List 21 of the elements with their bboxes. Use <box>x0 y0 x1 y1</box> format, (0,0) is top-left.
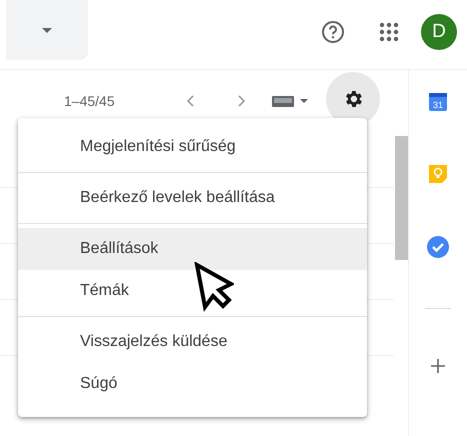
keyboard-icon[interactable] <box>272 96 294 106</box>
scrollbar[interactable] <box>395 136 408 260</box>
help-icon[interactable] <box>321 20 345 44</box>
avatar[interactable]: D <box>421 14 457 50</box>
menu-item[interactable]: Megjelenítési sűrűség <box>18 126 367 168</box>
add-icon[interactable] <box>431 359 445 373</box>
menu-item[interactable]: Témák <box>18 270 367 312</box>
caret-icon[interactable] <box>300 99 308 103</box>
calendar-icon[interactable]: 31 <box>428 92 448 112</box>
menu-item[interactable]: Beállítások <box>18 228 367 270</box>
page-range: 1–45/45 <box>64 93 116 109</box>
menu-item[interactable]: Visszajelzés küldése <box>18 321 367 363</box>
chevron-left-icon[interactable] <box>186 95 194 107</box>
mouse-pointer-icon <box>194 262 234 312</box>
checkmark-circle-icon[interactable] <box>427 236 449 258</box>
apps-grid-icon[interactable] <box>379 22 399 42</box>
caret-icon <box>42 28 52 32</box>
chevron-right-icon[interactable] <box>238 95 246 107</box>
menu-item[interactable]: Súgó <box>18 363 367 405</box>
search-options-field[interactable] <box>6 0 88 60</box>
menu-item[interactable]: Beérkező levelek beállítása <box>18 177 367 219</box>
